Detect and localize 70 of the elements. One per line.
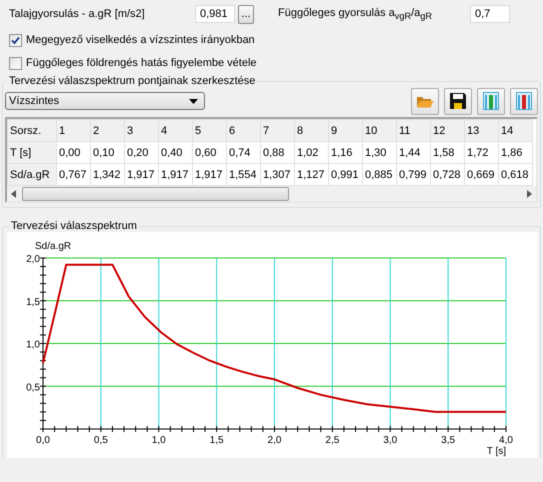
dropdown[interactable]: Vízszintes bbox=[5, 92, 205, 110]
insert-column-button[interactable] bbox=[477, 88, 505, 114]
table-cell: 1,44 bbox=[396, 142, 430, 164]
tick-label: 1,5 bbox=[26, 296, 40, 308]
axis-label: Sd/a.gR bbox=[35, 241, 72, 252]
open-button[interactable] bbox=[411, 88, 439, 114]
tick-label: 3,0 bbox=[383, 435, 398, 446]
column-header: 4 bbox=[158, 120, 192, 142]
table-cell: 0,00 bbox=[56, 142, 90, 164]
tick-label: 4,0 bbox=[499, 435, 513, 446]
tick-label: 2,0 bbox=[26, 254, 40, 265]
table-cell: 0,40 bbox=[158, 142, 192, 164]
column-header: 7 bbox=[260, 120, 294, 142]
scroll-left-icon[interactable] bbox=[11, 190, 17, 198]
scroll-right-icon[interactable] bbox=[526, 190, 532, 198]
column-header: 1 bbox=[56, 120, 90, 142]
column-header: 3 bbox=[124, 120, 158, 142]
column-header: 2 bbox=[90, 120, 124, 142]
tick-label: 1,0 bbox=[152, 435, 166, 446]
input-field[interactable]: 0,7 bbox=[470, 5, 510, 23]
checkbox[interactable] bbox=[9, 34, 22, 46]
tick-label: 0,5 bbox=[94, 435, 108, 446]
row-header: T [s] bbox=[8, 142, 56, 164]
table-cell: 1,30 bbox=[362, 142, 396, 164]
checkbox-label: Megegyező viselkedés a vízszintes irányokban bbox=[26, 34, 255, 46]
input-field[interactable]: 0,981 bbox=[195, 5, 235, 23]
folder-icon bbox=[416, 94, 434, 108]
tick-label: 0,5 bbox=[26, 382, 40, 394]
table-cell: 0,10 bbox=[90, 142, 124, 164]
row-header: Sd/a.gR bbox=[8, 164, 56, 186]
tick-label: 0,0 bbox=[36, 435, 50, 446]
delete-column-button[interactable] bbox=[510, 88, 538, 114]
table-cell: 1,58 bbox=[430, 142, 464, 164]
tick-label: 1,0 bbox=[26, 340, 40, 350]
group-title: Tervezési válaszspektrum bbox=[10, 220, 138, 232]
save-button[interactable] bbox=[444, 88, 472, 114]
caret-icon bbox=[189, 98, 198, 104]
tick-label: 1,5 bbox=[210, 435, 224, 446]
group-title: Tervezési válaszspektrum pontjainak szerkesztése bbox=[8, 75, 256, 87]
table-cell: 0,20 bbox=[124, 142, 158, 164]
axis-label: T [s] bbox=[486, 446, 506, 457]
table-cell: 1,02 bbox=[294, 142, 328, 164]
field-label: Függőleges gyorsulás a$_{vgR}$/a$_{gR}$ bbox=[278, 6, 433, 22]
column-header: 13 bbox=[464, 120, 498, 142]
column-header: 14 bbox=[498, 120, 532, 142]
field-label: Talajgyorsulás - a.gR [m/s2] bbox=[9, 8, 146, 20]
table-cell: 1,16 bbox=[328, 142, 362, 164]
column-icon bbox=[483, 92, 499, 110]
column-header: 10 bbox=[362, 120, 396, 142]
column-header: 9 bbox=[328, 120, 362, 142]
column-header: 12 bbox=[430, 120, 464, 142]
table-cell: 0,88 bbox=[260, 142, 294, 164]
column-header: 8 bbox=[294, 120, 328, 142]
column-icon bbox=[516, 92, 532, 110]
browse-button[interactable]: ... bbox=[238, 4, 254, 24]
tick-label: 3,5 bbox=[441, 435, 456, 446]
row-header: Sorsz. bbox=[8, 120, 56, 142]
floppy-icon bbox=[450, 93, 466, 109]
table-cell: 0,74 bbox=[226, 142, 260, 164]
table-cell: 1,72 bbox=[464, 142, 498, 164]
table-cell: 0,60 bbox=[192, 142, 226, 164]
checkbox[interactable] bbox=[9, 56, 22, 70]
checkbox-label: Függőleges földrengés hatás figyelembe vétele bbox=[26, 57, 257, 69]
column-header: 11 bbox=[396, 120, 430, 142]
tick-label: 2,5 bbox=[325, 435, 340, 446]
column-header: 5 bbox=[192, 120, 226, 142]
tick-label: 2,0 bbox=[268, 435, 282, 446]
table-cell: 1,86 bbox=[498, 142, 532, 164]
column-header: 6 bbox=[226, 120, 260, 142]
scrollbar-thumb[interactable] bbox=[22, 186, 289, 200]
